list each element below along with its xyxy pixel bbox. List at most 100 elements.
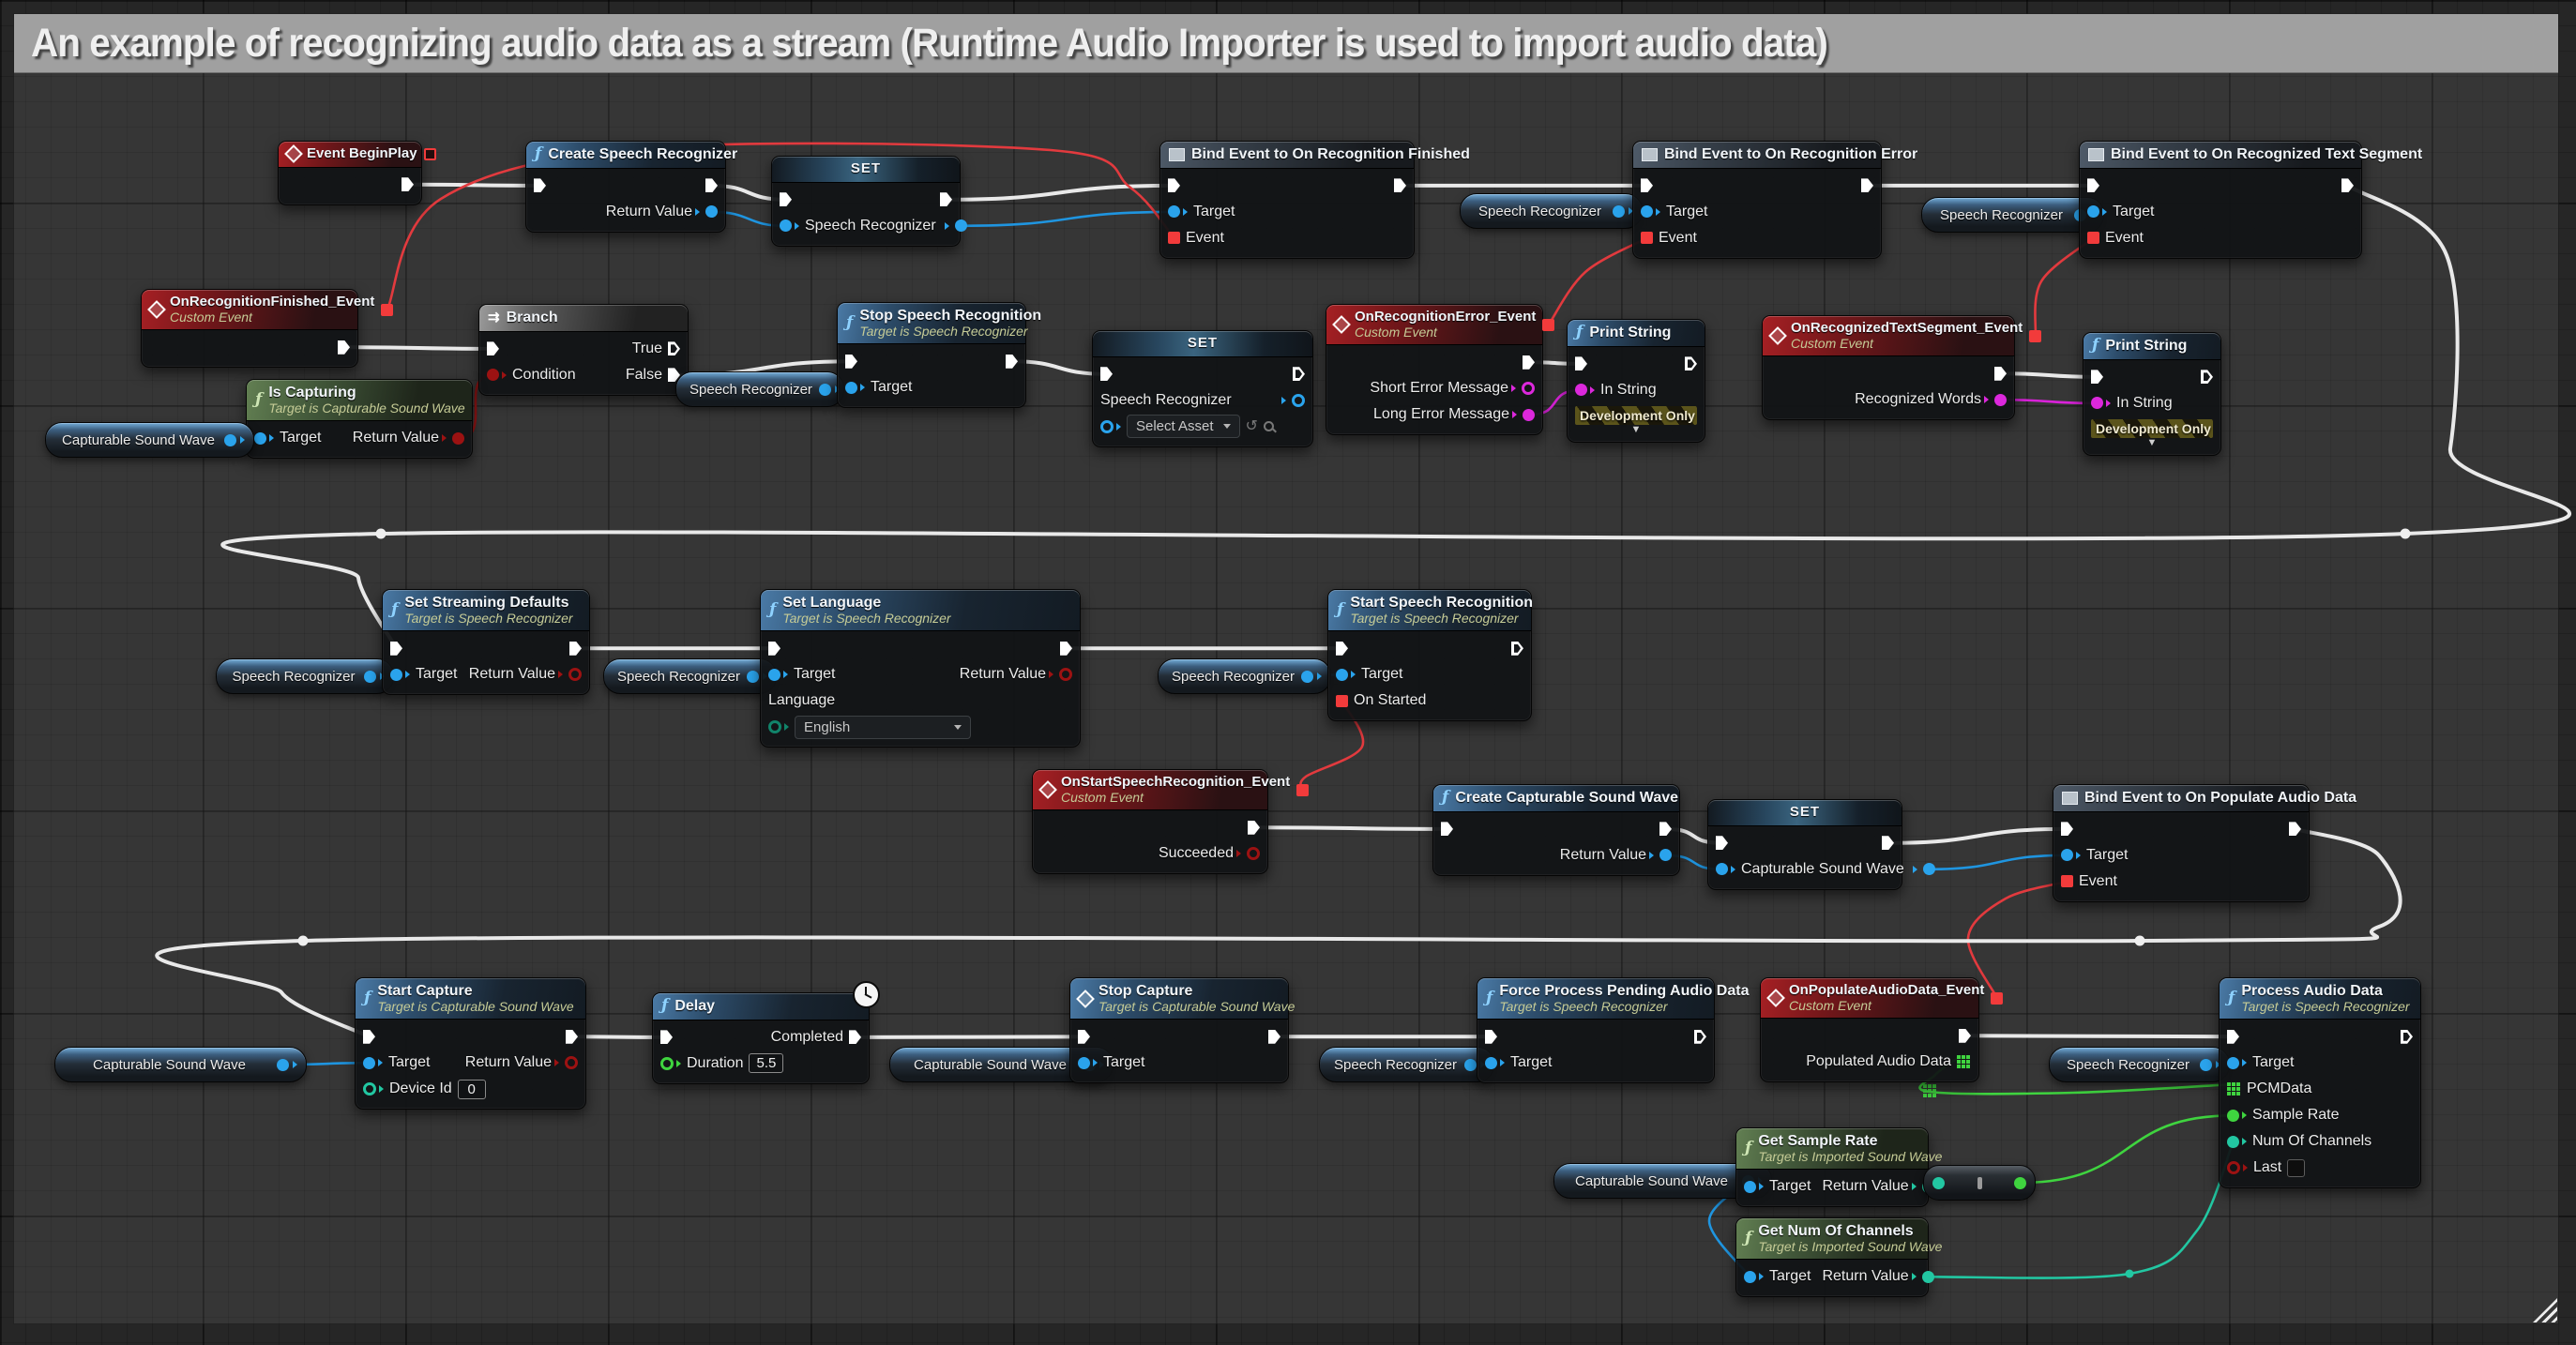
pin-onpopulate-out[interactable] (1959, 1029, 1971, 1043)
pin-onerror-long[interactable] (1523, 409, 1535, 421)
pin-onstartevt-succeeded[interactable] (1247, 847, 1260, 860)
reroute-node[interactable] (2135, 936, 2145, 946)
pin-set2-in[interactable] (1100, 367, 1113, 381)
node-set1[interactable]: SETSpeech Recognizer (771, 156, 961, 247)
pin-pillsrd-dot[interactable] (364, 671, 376, 683)
pin-delay-in[interactable] (660, 1030, 673, 1044)
pin-iscapturing-rv[interactable] (452, 432, 464, 445)
pin-branch-condition[interactable] (487, 369, 499, 381)
pin-createsr-rv[interactable] (705, 205, 718, 218)
pin-binderror-target[interactable] (1641, 205, 1653, 218)
pin-onfinished-out[interactable] (338, 340, 350, 355)
delegate-pin[interactable] (1542, 319, 1554, 331)
pin-set3-out[interactable] (1882, 836, 1894, 850)
pin-bindpopulate-in[interactable] (2061, 822, 2073, 836)
pin-bindfinished-event[interactable] (1168, 232, 1180, 244)
pin-setstreaming-in[interactable] (390, 642, 402, 656)
pin-createsr-in[interactable] (534, 178, 546, 192)
pin-startspeech-onstarted[interactable] (1336, 695, 1348, 707)
pin-binderror-event[interactable] (1641, 232, 1653, 244)
pin-onerror-short[interactable] (1522, 382, 1535, 395)
node-beginplay[interactable]: Event BeginPlay (278, 141, 422, 205)
variable-pill-pillcswb[interactable]: Capturable Sound Wave (54, 1047, 307, 1082)
dropdown[interactable]: English (795, 716, 971, 739)
pin-beginplay-out[interactable] (402, 177, 414, 191)
reroute-node[interactable] (2126, 1270, 2134, 1278)
pin-getsamplerate-target[interactable] (1744, 1181, 1756, 1193)
pin-stopcapture-target[interactable] (1078, 1057, 1090, 1069)
blueprint-canvas[interactable]: An example of recognizing audio data as … (0, 0, 2576, 1345)
pin-binderror-in[interactable] (1641, 178, 1653, 192)
pin-processaudio-samplerate[interactable] (2227, 1110, 2239, 1122)
node-printstring2[interactable]: ƒPrint StringIn StringDevelopment Only▼ (2083, 332, 2221, 456)
variable-pill-pillsrf[interactable]: Speech Recognizer (1158, 658, 1331, 694)
pin-conv-in[interactable] (1932, 1177, 1945, 1189)
pin-stopcapture-out[interactable] (1268, 1030, 1280, 1044)
pin-onstartevt-out[interactable] (1248, 821, 1260, 835)
pin-setstreaming-rv[interactable] (568, 668, 582, 681)
pin-pillcswa-dot[interactable] (224, 434, 236, 446)
pin-pillsre-dot[interactable] (747, 671, 759, 683)
node-onfinished[interactable]: OnRecognitionFinished_EventCustom Event (141, 289, 358, 368)
delegate-pin[interactable] (2029, 330, 2041, 342)
pin-stopcapture-in[interactable] (1078, 1030, 1090, 1044)
pin-pillsrc-dot[interactable] (819, 384, 831, 396)
node-forceprocess[interactable]: ƒForce Process Pending Audio DataTarget … (1477, 977, 1715, 1083)
pin-set3-varin[interactable] (1716, 863, 1728, 875)
node-onerror[interactable]: OnRecognitionError_EventCustom EventShor… (1326, 304, 1543, 435)
pin-printstring2-in[interactable] (2091, 370, 2103, 384)
pin-set2-varin[interactable] (1100, 420, 1114, 433)
pin-bindrecognized-out[interactable] (2341, 178, 2354, 192)
value-field[interactable]: 5.5 (749, 1053, 783, 1073)
pin-processaudio-pcmdata[interactable] (2227, 1082, 2231, 1086)
pin-setlanguage-rv[interactable] (1059, 668, 1072, 681)
variable-pill-pillcswa[interactable]: Capturable Sound Wave (45, 422, 254, 458)
pin-startcapture-deviceid[interactable] (363, 1082, 376, 1096)
use-asset-icon[interactable]: ↺ (1246, 419, 1258, 434)
pin-printstring1-in[interactable] (1575, 356, 1587, 370)
pin-bindpopulate-out[interactable] (2289, 822, 2301, 836)
node-binderror[interactable]: Bind Event to On Recognition ErrorTarget… (1632, 141, 1882, 259)
pin-startcapture-out[interactable] (566, 1030, 578, 1044)
pin-pillcswb-dot[interactable] (277, 1059, 289, 1071)
node-stopspeech[interactable]: ƒStop Speech RecognitionTarget is Speech… (837, 302, 1026, 408)
pin-stopspeech-out[interactable] (1006, 355, 1018, 369)
node-set3[interactable]: SETCapturable Sound Wave (1707, 799, 1902, 890)
pin-processaudio-numchannels[interactable] (2227, 1136, 2239, 1148)
node-createsr[interactable]: ƒCreate Speech RecognizerReturn Value (525, 141, 726, 233)
node-onrecognized[interactable]: OnRecognizedTextSegment_EventCustom Even… (1762, 315, 2015, 420)
node-branch[interactable]: ⇉BranchTrueConditionFalse (478, 304, 689, 396)
pin-bindfinished-target[interactable] (1168, 205, 1180, 218)
pin-printstring1-instring[interactable] (1575, 384, 1587, 396)
variable-pill-pillsrb[interactable]: Speech Recognizer (1921, 197, 2104, 233)
pin-pillsra-dot[interactable] (1613, 205, 1625, 218)
variable-pill-pillsra[interactable]: Speech Recognizer (1460, 193, 1643, 229)
pin-startspeech-in[interactable] (1336, 642, 1348, 656)
pin-forceprocess-in[interactable] (1485, 1030, 1497, 1044)
pin-createcsw-rv[interactable] (1659, 849, 1672, 861)
value-field[interactable]: 0 (458, 1080, 486, 1099)
pin-setstreaming-target[interactable] (390, 669, 402, 681)
pin-startspeech-target[interactable] (1336, 669, 1348, 681)
collapse-chevron-icon[interactable]: ▼ (2084, 438, 2220, 448)
pin-createcsw-out[interactable] (1659, 822, 1672, 836)
node-setstreaming[interactable]: ƒSet Streaming DefaultsTarget is Speech … (382, 589, 590, 695)
collapse-chevron-icon[interactable]: ▼ (1568, 425, 1705, 435)
pin-processaudio-out[interactable] (2401, 1030, 2413, 1044)
pin-createcsw-in[interactable] (1441, 822, 1453, 836)
pin-pillsrg-dot[interactable] (1464, 1059, 1477, 1071)
variable-pill-pillsre[interactable]: Speech Recognizer (603, 658, 777, 694)
node-startspeech[interactable]: ƒStart Speech RecognitionTarget is Speec… (1327, 589, 1532, 721)
pin-onrecognized-out[interactable] (1994, 367, 2007, 381)
pin-onrecognized-words[interactable] (1994, 394, 2007, 406)
pin-conv-out[interactable] (2014, 1177, 2026, 1189)
node-getsamplerate[interactable]: ƒGet Sample RateTarget is Imported Sound… (1735, 1127, 1929, 1207)
pin-onpopulate-array[interactable] (1957, 1055, 1961, 1059)
reroute-node[interactable] (2401, 529, 2411, 539)
pin-branch-in[interactable] (487, 341, 499, 355)
pin-set2-varout[interactable] (1292, 394, 1305, 407)
pin-set2-out[interactable] (1293, 367, 1305, 381)
delegate-pin[interactable] (381, 304, 393, 316)
pin-getnumchannels-target[interactable] (1744, 1271, 1756, 1283)
pin-printstring2-out[interactable] (2201, 370, 2213, 384)
